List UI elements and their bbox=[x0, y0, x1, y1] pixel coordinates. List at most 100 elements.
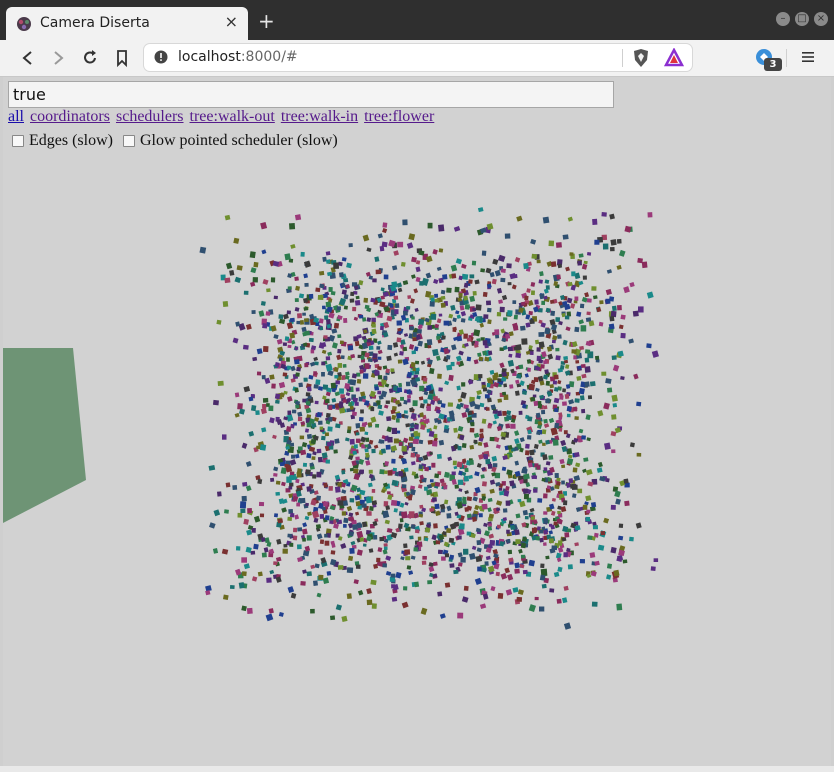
forward-icon[interactable] bbox=[48, 48, 68, 68]
graph-node bbox=[538, 279, 543, 284]
link-all[interactable]: all bbox=[8, 108, 24, 125]
graph-node bbox=[273, 513, 279, 518]
graph-node bbox=[345, 392, 351, 397]
graph-node bbox=[364, 363, 370, 370]
reload-icon[interactable] bbox=[80, 48, 100, 68]
graph-node bbox=[287, 344, 292, 349]
maximize-icon[interactable]: □ bbox=[795, 12, 809, 26]
graph-node bbox=[430, 313, 437, 320]
graph-node bbox=[395, 303, 400, 308]
graph-node bbox=[557, 380, 562, 385]
graph-node bbox=[500, 268, 506, 274]
graph-node bbox=[355, 432, 360, 436]
graph-node bbox=[534, 339, 540, 345]
graph-node bbox=[297, 556, 303, 562]
graph-node bbox=[346, 262, 352, 269]
graph-node bbox=[607, 387, 613, 393]
graph-node bbox=[374, 256, 380, 262]
graph-node bbox=[341, 489, 347, 494]
graph-node bbox=[245, 485, 252, 492]
graph-node bbox=[341, 282, 346, 287]
graph-node bbox=[404, 549, 411, 555]
graph-node bbox=[469, 444, 475, 450]
graph-node bbox=[515, 344, 522, 351]
graph-node bbox=[371, 323, 376, 328]
glow-option[interactable]: Glow pointed scheduler (slow) bbox=[122, 132, 338, 150]
graph-node bbox=[316, 471, 322, 478]
graph-node bbox=[387, 491, 391, 495]
query-input[interactable] bbox=[8, 81, 614, 108]
graph-node bbox=[243, 518, 249, 525]
graph-node bbox=[529, 318, 535, 325]
graph-node bbox=[480, 337, 485, 341]
edges-checkbox[interactable] bbox=[12, 135, 24, 147]
brave-rewards-icon[interactable] bbox=[664, 48, 684, 68]
graph-node bbox=[485, 458, 491, 465]
graph-node bbox=[476, 540, 482, 546]
graph-node bbox=[422, 555, 427, 560]
minimize-icon[interactable]: – bbox=[776, 12, 790, 26]
new-tab-icon[interactable]: + bbox=[258, 11, 275, 31]
graph-node bbox=[595, 355, 600, 360]
bookmark-icon[interactable] bbox=[112, 48, 132, 68]
graph-node bbox=[408, 233, 416, 241]
graph-node bbox=[525, 314, 531, 320]
link-tree-flower[interactable]: tree:flower bbox=[364, 108, 434, 125]
node-cloud-canvas[interactable] bbox=[3, 77, 831, 766]
graph-node bbox=[209, 522, 216, 529]
graph-node bbox=[404, 501, 409, 506]
glow-checkbox[interactable] bbox=[122, 135, 135, 147]
graph-node bbox=[611, 305, 617, 312]
graph-node bbox=[461, 411, 468, 418]
graph-node bbox=[487, 463, 493, 469]
graph-node bbox=[543, 511, 548, 515]
graph-node bbox=[365, 460, 371, 466]
graph-node bbox=[543, 542, 547, 546]
close-icon[interactable]: × bbox=[814, 12, 828, 26]
tab-active[interactable]: Camera Diserta × bbox=[6, 7, 248, 40]
graph-node bbox=[581, 263, 588, 270]
graph-node bbox=[368, 345, 374, 350]
url-text[interactable]: localhost:8000/# bbox=[178, 49, 298, 65]
graph-node bbox=[352, 306, 357, 312]
graph-node bbox=[313, 384, 319, 389]
graph-node bbox=[371, 488, 376, 493]
link-schedulers[interactable]: schedulers bbox=[116, 108, 184, 125]
graph-node bbox=[578, 387, 585, 395]
graph-node bbox=[300, 449, 307, 456]
graph-node bbox=[306, 486, 312, 492]
graph-node bbox=[478, 374, 483, 379]
back-icon[interactable] bbox=[18, 48, 38, 68]
graph-node bbox=[253, 515, 261, 523]
address-bar[interactable]: localhost:8000/# bbox=[144, 44, 692, 71]
close-tab-icon[interactable]: × bbox=[225, 14, 238, 30]
link-tree-walk-in[interactable]: tree:walk-in bbox=[281, 108, 358, 125]
graph-node bbox=[300, 581, 306, 586]
brave-shields-icon[interactable] bbox=[632, 48, 650, 68]
graph-node bbox=[543, 423, 550, 428]
graph-node bbox=[335, 380, 341, 385]
graph-node bbox=[433, 278, 439, 285]
graph-node bbox=[554, 408, 559, 413]
graph-node bbox=[306, 433, 313, 440]
graph-node bbox=[250, 405, 257, 412]
graph-node bbox=[400, 396, 404, 401]
menu-icon[interactable] bbox=[800, 49, 816, 65]
graph-node bbox=[334, 486, 341, 493]
graph-node bbox=[568, 478, 574, 484]
graph-node bbox=[617, 304, 622, 311]
graph-node bbox=[507, 359, 515, 367]
graph-node bbox=[638, 306, 644, 313]
graph-node bbox=[368, 469, 373, 474]
link-tree-walk-out[interactable]: tree:walk-out bbox=[190, 108, 275, 125]
graph-node bbox=[469, 427, 475, 433]
graph-node bbox=[476, 389, 483, 396]
graph-node bbox=[495, 444, 501, 449]
graph-node bbox=[412, 400, 418, 407]
graph-node bbox=[446, 354, 451, 360]
info-icon[interactable] bbox=[154, 50, 168, 64]
link-coordinators[interactable]: coordinators bbox=[30, 108, 110, 125]
graph-node bbox=[386, 426, 393, 433]
edges-option[interactable]: Edges (slow) bbox=[12, 132, 113, 150]
graph-node bbox=[313, 371, 317, 376]
